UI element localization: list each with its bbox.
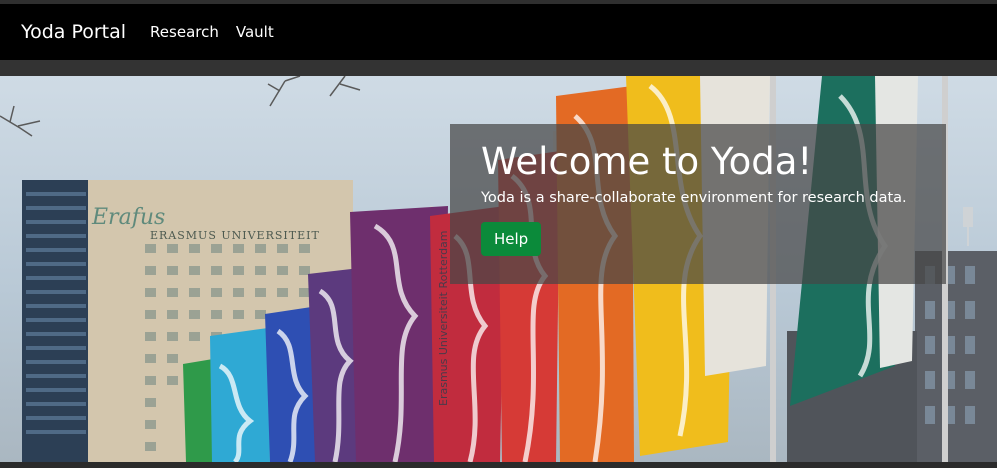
brand-link[interactable]: Yoda Portal [21,21,126,43]
building-sign: ERASMUS UNIVERSITEIT [150,229,320,242]
hero-banner: Erafus ERASMUS UNIVERSITEIT Erasmus Univ… [0,76,997,462]
flag-text: Erasmus Universiteit Rotterdam [437,230,450,406]
welcome-subtitle: Yoda is a share-collaborate environment … [481,190,907,206]
navbar: Yoda Portal Research Vault [0,4,997,60]
tree-branches [0,76,361,137]
bottom-bar [0,462,997,468]
nav-link-vault[interactable]: Vault [236,23,274,41]
welcome-jumbotron: Welcome to Yoda! Yoda is a share-collabo… [450,124,946,284]
building-logo-script: Erafus [91,205,165,230]
nav-link-research[interactable]: Research [150,23,219,41]
welcome-title: Welcome to Yoda! [481,140,813,183]
help-button[interactable]: Help [481,222,542,256]
sub-bar [0,60,997,76]
antenna [963,207,973,246]
